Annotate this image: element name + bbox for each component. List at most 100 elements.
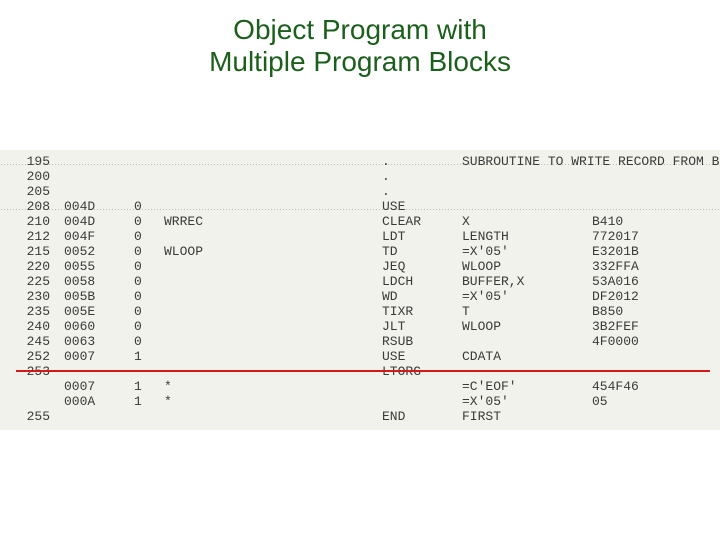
listing-row: 235005E0TIXRTB850 [0, 304, 720, 319]
listing-row: 195.SUBROUTINE TO WRITE RECORD FROM BUFF… [0, 154, 720, 169]
block-number: 0 [134, 274, 164, 289]
empty [234, 259, 382, 274]
opcode: LDCH [382, 274, 462, 289]
block-number [134, 154, 164, 169]
label [164, 259, 234, 274]
opcode: TIXR [382, 304, 462, 319]
loc-counter: 0058 [64, 274, 134, 289]
object-code [592, 349, 688, 364]
listing-row: 21500520WLOOPTD=X'05'E3201B [0, 244, 720, 259]
listing-row: 22500580 LDCHBUFFER,X53A016 [0, 274, 720, 289]
listing-row: 200. [0, 169, 720, 184]
loc-counter: 004D [64, 214, 134, 229]
loc-counter: 0007 [64, 379, 134, 394]
empty [234, 349, 382, 364]
operand [462, 199, 592, 214]
object-code [592, 184, 688, 199]
empty [234, 184, 382, 199]
line-number: 220 [0, 259, 64, 274]
loc-counter [64, 184, 134, 199]
empty [234, 229, 382, 244]
label [164, 169, 234, 184]
operand: LENGTH [462, 229, 592, 244]
loc-counter: 0052 [64, 244, 134, 259]
object-code [592, 154, 688, 169]
listing-row: 208004D0USE [0, 199, 720, 214]
line-number: 205 [0, 184, 64, 199]
loc-counter: 0060 [64, 319, 134, 334]
line-number: 230 [0, 289, 64, 304]
loc-counter: 000A [64, 394, 134, 409]
object-code: B410 [592, 214, 688, 229]
empty [234, 274, 382, 289]
loc-counter [64, 409, 134, 424]
listing-row: 210004D0WRRECCLEARXB410 [0, 214, 720, 229]
opcode: JLT [382, 319, 462, 334]
block-number: 0 [134, 229, 164, 244]
label: * [164, 394, 234, 409]
empty [234, 304, 382, 319]
empty [234, 409, 382, 424]
empty [234, 169, 382, 184]
line-number: 225 [0, 274, 64, 289]
opcode: CLEAR [382, 214, 462, 229]
line-number: 235 [0, 304, 64, 319]
opcode [382, 379, 462, 394]
label [164, 289, 234, 304]
label [164, 319, 234, 334]
line-number: 252 [0, 349, 64, 364]
line-number [0, 379, 64, 394]
block-number: 0 [134, 334, 164, 349]
listing-row: 000A1*=X'05'05 [0, 394, 720, 409]
listing-row: 24000600JLTWLOOP3B2FEF [0, 319, 720, 334]
block-number: 0 [134, 304, 164, 319]
line-number: 245 [0, 334, 64, 349]
title-line-1: Object Program with [233, 14, 487, 45]
line-number: 195 [0, 154, 64, 169]
block-number: 0 [134, 214, 164, 229]
opcode: TD [382, 244, 462, 259]
operand: WLOOP [462, 319, 592, 334]
operand [462, 184, 592, 199]
object-code: 53A016 [592, 274, 688, 289]
label [164, 274, 234, 289]
opcode: WD [382, 289, 462, 304]
loc-counter: 0055 [64, 259, 134, 274]
block-number: 0 [134, 244, 164, 259]
listing-row: 212004F0LDTLENGTH772017 [0, 229, 720, 244]
operand [462, 334, 592, 349]
object-code: 4F0000 [592, 334, 688, 349]
empty [234, 334, 382, 349]
empty [234, 319, 382, 334]
red-underline [16, 370, 710, 372]
label [164, 334, 234, 349]
operand: BUFFER,X [462, 274, 592, 289]
operand: SUBROUTINE TO WRITE RECORD FROM BUFFER [462, 154, 592, 169]
opcode: END [382, 409, 462, 424]
block-number: 1 [134, 379, 164, 394]
label [164, 154, 234, 169]
listing-wrap: 195.SUBROUTINE TO WRITE RECORD FROM BUFF… [0, 150, 720, 430]
empty [234, 199, 382, 214]
opcode: . [382, 169, 462, 184]
object-code: DF2012 [592, 289, 688, 304]
opcode: RSUB [382, 334, 462, 349]
slide-title: Object Program with Multiple Program Blo… [0, 0, 720, 78]
empty [234, 244, 382, 259]
line-number: 212 [0, 229, 64, 244]
listing-row: 00071*=C'EOF'454F46 [0, 379, 720, 394]
loc-counter: 0063 [64, 334, 134, 349]
listing-row: 25200071USECDATA [0, 349, 720, 364]
line-number: 240 [0, 319, 64, 334]
object-code: 454F46 [592, 379, 688, 394]
label: WRREC [164, 214, 234, 229]
operand: FIRST [462, 409, 592, 424]
operand: =X'05' [462, 289, 592, 304]
listing-row: 205. [0, 184, 720, 199]
empty [234, 379, 382, 394]
block-number [134, 184, 164, 199]
loc-counter: 005E [64, 304, 134, 319]
object-code: B850 [592, 304, 688, 319]
operand: CDATA [462, 349, 592, 364]
object-code: 3B2FEF [592, 319, 688, 334]
